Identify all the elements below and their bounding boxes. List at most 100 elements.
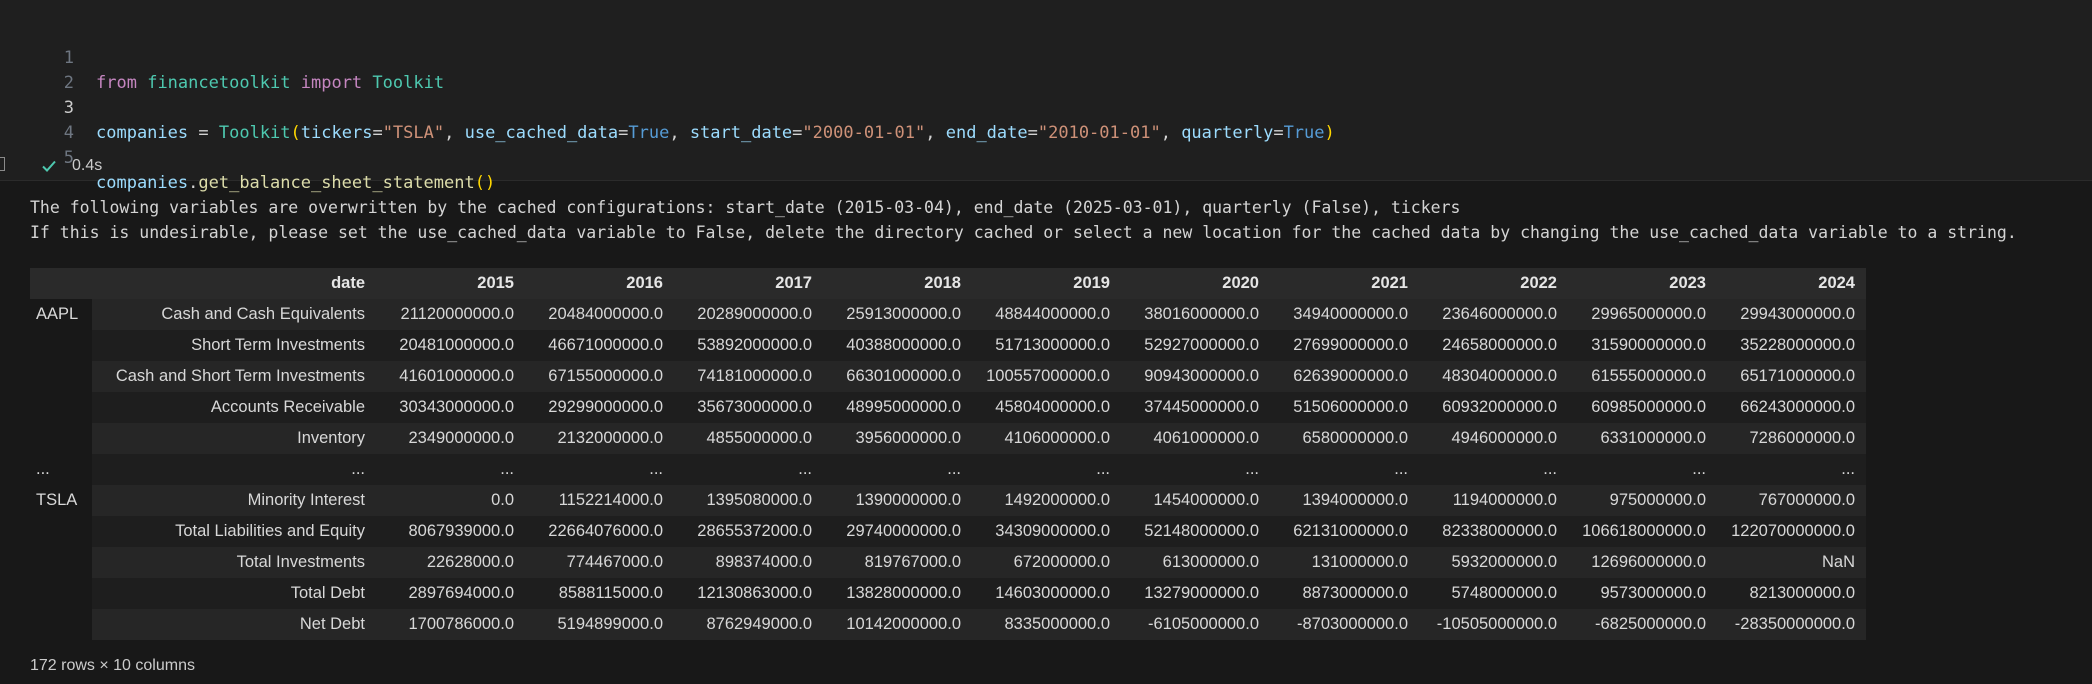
method-name: get_balance_sheet_statement: [198, 173, 475, 193]
value-cell: NaN: [1717, 547, 1866, 578]
value-cell: 51713000000.0: [972, 330, 1121, 361]
value-cell: 4946000000.0: [1419, 423, 1568, 454]
table-row: Cash and Short Term Investments 416010000…: [30, 361, 1866, 392]
value-cell: 8335000000.0: [972, 609, 1121, 640]
row-label-cell: Inventory: [92, 423, 376, 454]
value-cell: ...: [1270, 454, 1419, 485]
ticker-index-cell: [30, 423, 92, 454]
value-cell: 29299000000.0: [525, 392, 674, 423]
value-cell: 29965000000.0: [1568, 299, 1717, 330]
value-cell: 37445000000.0: [1121, 392, 1270, 423]
value-cell: 100557000000.0: [972, 361, 1121, 392]
variable: companies: [96, 173, 189, 193]
value-cell: 2349000000.0: [376, 423, 525, 454]
row-label-cell: ...: [92, 454, 376, 485]
value-cell: 14603000000.0: [972, 578, 1121, 609]
value-cell: 8762949000.0: [674, 609, 823, 640]
code-line-5[interactable]: 5 companies.get_balance_sheet_statement(…: [0, 121, 2000, 193]
value-cell: 1700786000.0: [376, 609, 525, 640]
ticker-index-cell: [30, 516, 92, 547]
value-cell: 2897694000.0: [376, 578, 525, 609]
value-cell: 22628000.0: [376, 547, 525, 578]
value-cell: 5194899000.0: [525, 609, 674, 640]
value-cell: 1492000000.0: [972, 485, 1121, 516]
value-cell: 8213000000.0: [1717, 578, 1866, 609]
code-line-3[interactable]: 3 companies = Toolkit(tickers="TSLA", us…: [0, 71, 2000, 143]
value-cell: 5748000000.0: [1419, 578, 1568, 609]
execution-time: 0.4s: [72, 157, 103, 174]
value-cell: 90943000000.0: [1121, 361, 1270, 392]
value-cell: 767000000.0: [1717, 485, 1866, 516]
value-cell: 12696000000.0: [1568, 547, 1717, 578]
row-label-cell: Cash and Cash Equivalents: [92, 299, 376, 330]
value-cell: 74181000000.0: [674, 361, 823, 392]
ticker-index-cell: ...: [36, 460, 50, 478]
value-cell: ...: [1568, 454, 1717, 485]
row-label-cell: Accounts Receivable: [92, 392, 376, 423]
code-line-4[interactable]: 4: [0, 96, 2000, 143]
execution-status: 0.4s: [40, 154, 102, 178]
value-cell: ...: [525, 454, 674, 485]
value-cell: 52927000000.0: [1121, 330, 1270, 361]
value-cell: 6331000000.0: [1568, 423, 1717, 454]
column-header: 2019: [972, 268, 1121, 299]
value-cell: 1152214000.0: [525, 485, 674, 516]
value-cell: 35228000000.0: [1717, 330, 1866, 361]
value-cell: -6105000000.0: [1121, 609, 1270, 640]
value-cell: 46671000000.0: [525, 330, 674, 361]
value-cell: 48844000000.0: [972, 299, 1121, 330]
ticker-index-cell: [30, 578, 92, 609]
row-label-cell: Minority Interest: [92, 485, 376, 516]
table-row: Total Debt 2897694000.0 8588115000.0 121308…: [30, 578, 1866, 609]
value-cell: -10505000000.0: [1419, 609, 1568, 640]
index-header-empty: [30, 268, 92, 299]
warning-line-2: If this is undesirable, please set the u…: [30, 223, 2017, 242]
value-cell: 6580000000.0: [1270, 423, 1419, 454]
value-cell: 25913000000.0: [823, 299, 972, 330]
code-cell[interactable]: 1 from financetoolkit import Toolkit 2 3…: [0, 0, 2092, 193]
value-cell: 51506000000.0: [1270, 392, 1419, 423]
value-cell: 7286000000.0: [1717, 423, 1866, 454]
value-cell: 40388000000.0: [823, 330, 972, 361]
paren: (): [474, 173, 496, 193]
row-label-cell: Net Debt: [92, 609, 376, 640]
value-cell: ...: [1121, 454, 1270, 485]
value-cell: 60932000000.0: [1419, 392, 1568, 423]
column-header: 2015: [376, 268, 525, 299]
row-label-cell: Cash and Short Term Investments: [92, 361, 376, 392]
value-cell: 1394000000.0: [1270, 485, 1419, 516]
table-row: Total Liabilities and Equity 8067939000.0…: [30, 516, 1866, 547]
check-icon: [42, 160, 56, 172]
value-cell: 82338000000.0: [1419, 516, 1568, 547]
code-line-2[interactable]: 2: [0, 46, 2000, 93]
column-header: 2020: [1121, 268, 1270, 299]
value-cell: 9573000000.0: [1568, 578, 1717, 609]
value-cell: -6825000000.0: [1568, 609, 1717, 640]
value-cell: 48995000000.0: [823, 392, 972, 423]
value-cell: 106618000000.0: [1568, 516, 1717, 547]
warning-line-1: The following variables are overwritten …: [30, 198, 1461, 217]
value-cell: 60985000000.0: [1568, 392, 1717, 423]
column-header: 2023: [1568, 268, 1717, 299]
value-cell: ...: [674, 454, 823, 485]
ticker-index-cell: [30, 361, 92, 392]
value-cell: 22664076000.0: [525, 516, 674, 547]
value-cell: 31590000000.0: [1568, 330, 1717, 361]
value-cell: 13279000000.0: [1121, 578, 1270, 609]
value-cell: 21120000000.0: [376, 299, 525, 330]
row-label-cell: Total Liabilities and Equity: [92, 516, 376, 547]
code-line-1[interactable]: 1 from financetoolkit import Toolkit: [0, 21, 2000, 93]
value-cell: 20484000000.0: [525, 299, 674, 330]
value-cell: 8588115000.0: [525, 578, 674, 609]
value-cell: 27699000000.0: [1270, 330, 1419, 361]
column-header: 2021: [1270, 268, 1419, 299]
table-row: Net Debt 1700786000.0 5194899000.0 87629490…: [30, 609, 1866, 640]
value-cell: 1390000000.0: [823, 485, 972, 516]
value-cell: 131000000.0: [1270, 547, 1419, 578]
column-header: 2016: [525, 268, 674, 299]
cell-output: The following variables are overwritten …: [30, 195, 2090, 245]
table-row: ....................................: [30, 454, 1866, 485]
value-cell: 34309000000.0: [972, 516, 1121, 547]
value-cell: 2132000000.0: [525, 423, 674, 454]
table-header-row: date 2015 2016 2017 2018 2019 2020 2021 …: [30, 268, 1866, 299]
